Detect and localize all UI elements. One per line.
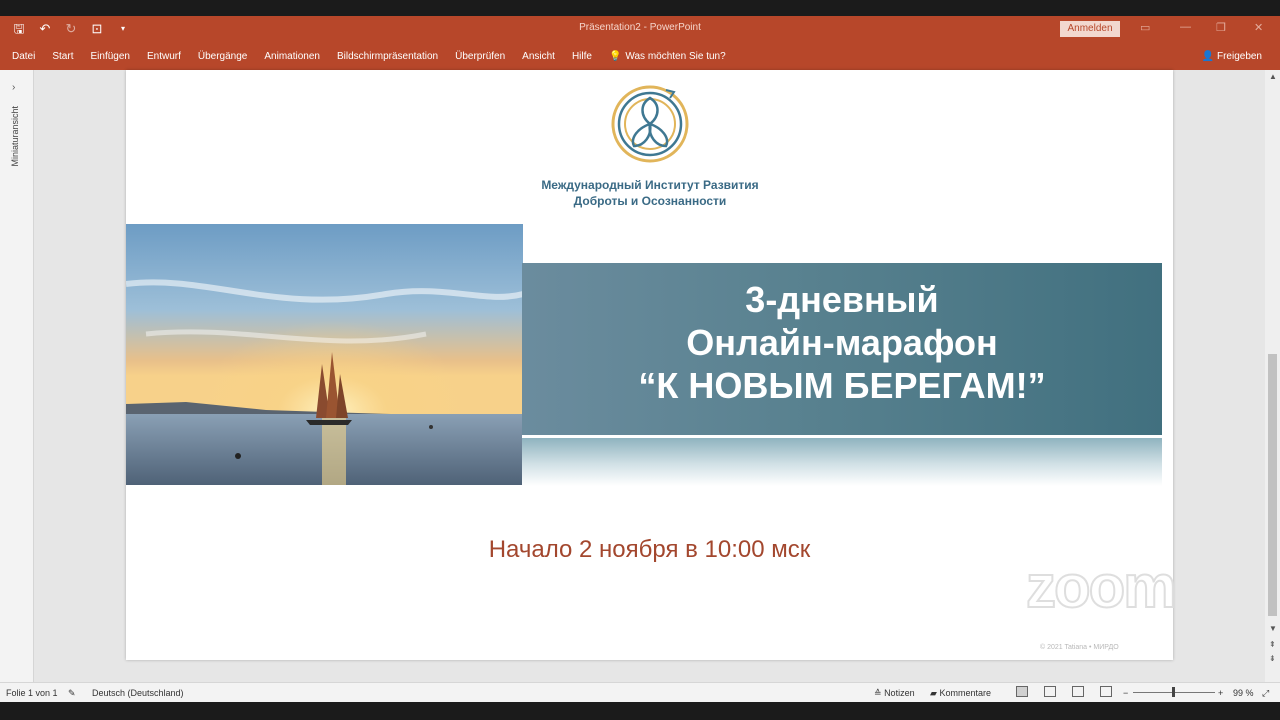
top-dark-strip: [0, 0, 1280, 16]
institute-name-line-2: Доброты и Осознанности: [573, 194, 727, 208]
lightbulb-icon: 💡: [608, 51, 622, 62]
expand-arrow-icon[interactable]: ›: [12, 82, 15, 93]
zoom-watermark-logo: zoom: [1025, 552, 1178, 621]
restore-icon[interactable]: ❐: [1216, 21, 1226, 34]
sailing-ship-sunset-photo: [126, 224, 523, 485]
person-icon: 👤: [1201, 51, 1215, 62]
zoom-level[interactable]: 99 %: [1233, 688, 1254, 698]
signin-button[interactable]: Anmelden: [1060, 21, 1120, 37]
comments-label: Kommentare: [939, 688, 991, 698]
institute-name-line-1: Международный Институт Развития: [541, 178, 759, 192]
ribbon-tabs: Datei Start Einfügen Entwurf Übergänge A…: [12, 51, 726, 62]
scroll-down-icon[interactable]: ▼: [1269, 624, 1277, 633]
share-button[interactable]: 👤 Freigeben: [1202, 51, 1262, 62]
notes-button[interactable]: ≙ Notizen: [874, 688, 915, 699]
thumbnail-pane-label: Miniaturansicht: [10, 106, 20, 167]
scroll-up-icon[interactable]: ▲: [1269, 72, 1277, 81]
comment-icon: ▰: [930, 688, 937, 698]
slide-title-line-2: Онлайн-марафон: [686, 322, 998, 363]
previous-slide-icon[interactable]: ⇞: [1269, 640, 1276, 649]
slide-sorter-view-icon[interactable]: [1044, 686, 1056, 697]
tab-animationen[interactable]: Animationen: [264, 51, 320, 62]
institute-logo: [611, 85, 689, 163]
slide-title[interactable]: 3-дневный Онлайн-марафон “К НОВЫМ БЕРЕГА…: [522, 278, 1162, 407]
normal-view-icon[interactable]: [1016, 686, 1028, 697]
zoom-slider-handle[interactable]: [1172, 687, 1175, 697]
title-bar: 🖫 ↶ ↻ ⊡ ▾ Präsentation2 - PowerPoint Anm…: [0, 16, 1280, 42]
status-bar: Folie 1 von 1 ✎ Deutsch (Deutschland) ≙ …: [0, 682, 1280, 702]
tell-me-label: Was möchten Sie tun?: [625, 51, 726, 62]
thumbnail-pane-collapsed[interactable]: › Miniaturansicht: [0, 70, 34, 682]
vertical-scrollbar[interactable]: ▲ ▼ ⇞ ⇟: [1265, 70, 1280, 682]
minimize-icon[interactable]: —: [1180, 21, 1191, 33]
scrollbar-thumb[interactable]: [1268, 354, 1277, 616]
fit-to-window-icon[interactable]: ⤢: [1262, 688, 1269, 699]
tab-start[interactable]: Start: [52, 51, 73, 62]
notes-icon: ≙: [874, 688, 882, 698]
slide-title-line-3: “К НОВЫМ БЕРЕГАМ!”: [638, 365, 1046, 406]
zoom-out-button[interactable]: −: [1123, 688, 1128, 698]
tab-entwurf[interactable]: Entwurf: [147, 51, 181, 62]
tab-ansicht[interactable]: Ansicht: [522, 51, 555, 62]
tell-me-search[interactable]: 💡 Was möchten Sie tun?: [609, 51, 726, 62]
language-indicator[interactable]: Deutsch (Deutschland): [92, 688, 184, 698]
spellcheck-icon[interactable]: ✎: [68, 688, 76, 699]
banner-reflection: [522, 438, 1162, 486]
institute-name: Международный Институт Развития Доброты …: [496, 177, 804, 209]
comments-button[interactable]: ▰ Kommentare: [930, 688, 991, 699]
tab-einfuegen[interactable]: Einfügen: [90, 51, 129, 62]
tab-bildschirmpraesentation[interactable]: Bildschirmpräsentation: [337, 51, 438, 62]
slide-title-line-1: 3-дневный: [745, 279, 939, 320]
start-date-text[interactable]: Начало 2 ноября в 10:00 мск: [126, 536, 1173, 564]
bottom-dark-strip: [0, 702, 1280, 720]
reading-view-icon[interactable]: [1072, 686, 1084, 697]
tab-ueberpruefen[interactable]: Überprüfen: [455, 51, 505, 62]
ribbon-display-icon[interactable]: ▭: [1140, 21, 1150, 34]
video-watermark: © 2021 Tatiana • МИРДО: [1040, 644, 1119, 651]
tab-uebergaenge[interactable]: Übergänge: [198, 51, 247, 62]
slide-canvas[interactable]: Международный Институт Развития Доброты …: [126, 70, 1173, 660]
next-slide-icon[interactable]: ⇟: [1269, 654, 1276, 663]
slideshow-view-icon[interactable]: [1100, 686, 1112, 697]
close-icon[interactable]: ✕: [1254, 21, 1263, 34]
ribbon-tabs-bar: Datei Start Einfügen Entwurf Übergänge A…: [0, 42, 1280, 70]
tab-hilfe[interactable]: Hilfe: [572, 51, 592, 62]
share-label: Freigeben: [1216, 51, 1262, 62]
notes-label: Notizen: [884, 688, 915, 698]
zoom-in-button[interactable]: +: [1218, 688, 1223, 698]
tab-datei[interactable]: Datei: [12, 51, 35, 62]
slide-counter: Folie 1 von 1: [6, 688, 58, 698]
